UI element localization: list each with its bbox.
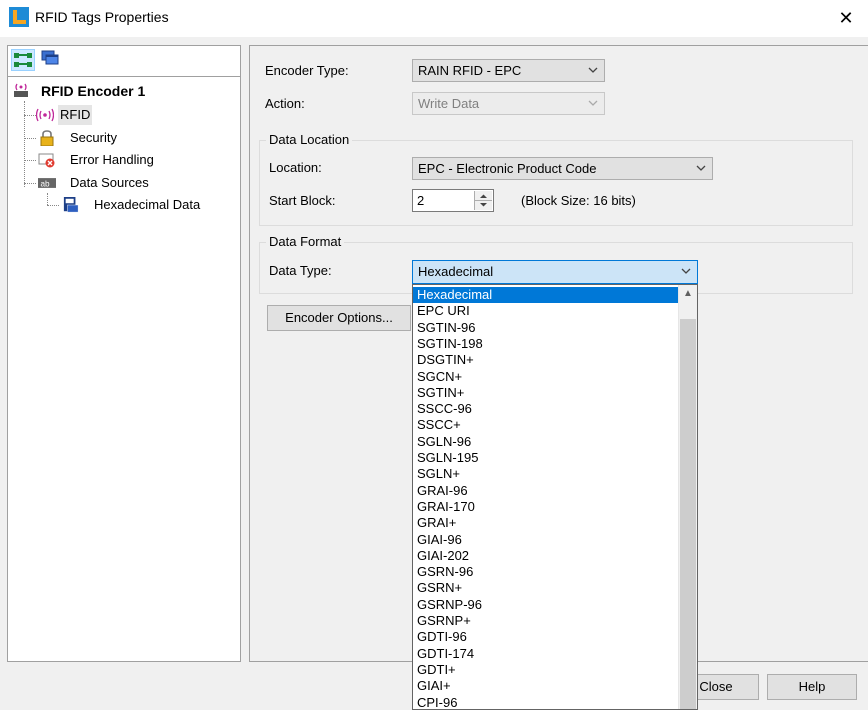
tree-item-hexadecimal-data-label: Hexadecimal Data bbox=[94, 197, 201, 212]
location-value: EPC - Electronic Product Code bbox=[418, 161, 597, 176]
dropdown-option[interactable]: SSCC+ bbox=[413, 417, 679, 433]
data-type-label: Data Type: bbox=[269, 263, 332, 278]
stacked-windows-icon bbox=[41, 50, 59, 65]
tree-root-label: RFID Encoder 1 bbox=[41, 83, 146, 99]
action-label: Action: bbox=[265, 96, 305, 111]
dropdown-option[interactable]: SGTIN-96 bbox=[413, 320, 679, 336]
dropdown-option[interactable]: GIAI-202 bbox=[413, 548, 679, 564]
encoder-type-value: RAIN RFID - EPC bbox=[418, 63, 522, 78]
chevron-down-icon bbox=[681, 268, 691, 274]
action-value: Write Data bbox=[418, 96, 480, 111]
dropdown-option[interactable]: GDTI-174 bbox=[413, 646, 679, 662]
dropdown-option[interactable]: EPC URI bbox=[413, 303, 679, 319]
dropdown-option[interactable]: SGLN-96 bbox=[413, 434, 679, 450]
variable-icon bbox=[63, 197, 79, 213]
start-block-spinner[interactable]: 2 bbox=[412, 189, 494, 212]
dropdown-option[interactable]: GSRNP-96 bbox=[413, 597, 679, 613]
location-select[interactable]: EPC - Electronic Product Code bbox=[412, 157, 713, 180]
tree-item-rfid-label: RFID bbox=[58, 105, 93, 125]
chevron-down-icon bbox=[588, 67, 598, 73]
location-label: Location: bbox=[269, 160, 322, 175]
action-select: Write Data bbox=[412, 92, 605, 115]
scroll-up-icon[interactable]: ▲ bbox=[679, 285, 697, 303]
start-block-value: 2 bbox=[417, 193, 425, 208]
dropdown-option[interactable]: GRAI-170 bbox=[413, 499, 679, 515]
dropdown-option[interactable]: GRAI+ bbox=[413, 515, 679, 531]
scrollbar-thumb[interactable] bbox=[680, 319, 696, 709]
tree-line bbox=[24, 160, 36, 161]
dropdown-option[interactable]: GSRN-96 bbox=[413, 564, 679, 580]
encoder-type-label: Encoder Type: bbox=[265, 63, 349, 78]
window-title: RFID Tags Properties bbox=[35, 9, 169, 25]
text-field-icon: ab bbox=[38, 178, 56, 188]
svg-text:ab: ab bbox=[40, 179, 50, 188]
data-location-group bbox=[259, 140, 853, 226]
dropdown-option[interactable]: SSCC-96 bbox=[413, 401, 679, 417]
spinner-arrows-icon bbox=[475, 194, 492, 207]
rfid-signal-icon bbox=[36, 108, 54, 122]
dropdown-option[interactable]: GIAI-96 bbox=[413, 532, 679, 548]
dropdown-option[interactable]: SGCN+ bbox=[413, 369, 679, 385]
dropdown-scrollbar[interactable]: ▲ bbox=[678, 285, 697, 709]
dropdown-option[interactable]: SGLN-195 bbox=[413, 450, 679, 466]
tree-line bbox=[47, 205, 59, 206]
stack-view-button[interactable] bbox=[39, 49, 63, 71]
dropdown-option[interactable]: GSRN+ bbox=[413, 580, 679, 596]
data-type-select[interactable]: Hexadecimal bbox=[412, 260, 698, 284]
rfid-encoder-icon bbox=[14, 83, 28, 97]
block-size-info: (Block Size: 16 bits) bbox=[521, 193, 636, 208]
dropdown-option[interactable]: GIAI+ bbox=[413, 678, 679, 694]
tree-line bbox=[24, 101, 25, 187]
help-button[interactable]: Help bbox=[767, 674, 857, 700]
close-window-icon[interactable]: ✕ bbox=[826, 4, 866, 32]
tree-line bbox=[47, 193, 48, 205]
tree-item-security-label: Security bbox=[70, 130, 117, 145]
title-bar: RFID Tags Properties ✕ bbox=[0, 0, 868, 37]
chevron-down-icon bbox=[588, 100, 598, 106]
tree-line bbox=[24, 138, 36, 139]
dropdown-option[interactable]: CPI-96 bbox=[413, 695, 679, 710]
dropdown-option[interactable]: Hexadecimal bbox=[413, 287, 679, 303]
tree-item-error-handling-label: Error Handling bbox=[70, 152, 154, 167]
tree-view-icon bbox=[14, 53, 32, 67]
data-format-title: Data Format bbox=[266, 234, 345, 249]
encoder-options-button[interactable]: Encoder Options... bbox=[267, 305, 411, 331]
dropdown-option[interactable]: SGLN+ bbox=[413, 466, 679, 482]
start-block-label: Start Block: bbox=[269, 193, 336, 208]
tree-toolbar bbox=[8, 46, 240, 77]
tree-view-button[interactable] bbox=[11, 49, 35, 71]
data-type-dropdown-list[interactable]: Hexadecimal EPC URI SGTIN-96 SGTIN-198 DSGTI… bbox=[412, 284, 698, 710]
dropdown-option[interactable]: DSGTIN+ bbox=[413, 352, 679, 368]
dropdown-option[interactable]: SGTIN+ bbox=[413, 385, 679, 401]
dropdown-option[interactable]: GSRNP+ bbox=[413, 613, 679, 629]
tree-line bbox=[24, 183, 36, 184]
tree-panel: RFID Encoder 1 RFID Security Error Handl… bbox=[7, 45, 241, 662]
app-logo-icon bbox=[9, 7, 29, 27]
spinner-buttons[interactable] bbox=[474, 191, 492, 210]
data-type-value: Hexadecimal bbox=[418, 264, 494, 279]
tree-item-data-sources-label: Data Sources bbox=[70, 175, 149, 190]
padlock-icon bbox=[40, 130, 54, 146]
error-icon bbox=[38, 153, 55, 168]
dropdown-option[interactable]: GDTI+ bbox=[413, 662, 679, 678]
dropdown-option[interactable]: GRAI-96 bbox=[413, 483, 679, 499]
tree-line bbox=[24, 115, 36, 116]
data-location-title: Data Location bbox=[266, 132, 353, 147]
chevron-down-icon bbox=[696, 165, 706, 171]
dropdown-option[interactable]: SGTIN-198 bbox=[413, 336, 679, 352]
dropdown-option[interactable]: GDTI-96 bbox=[413, 629, 679, 645]
encoder-type-select[interactable]: RAIN RFID - EPC bbox=[412, 59, 605, 82]
